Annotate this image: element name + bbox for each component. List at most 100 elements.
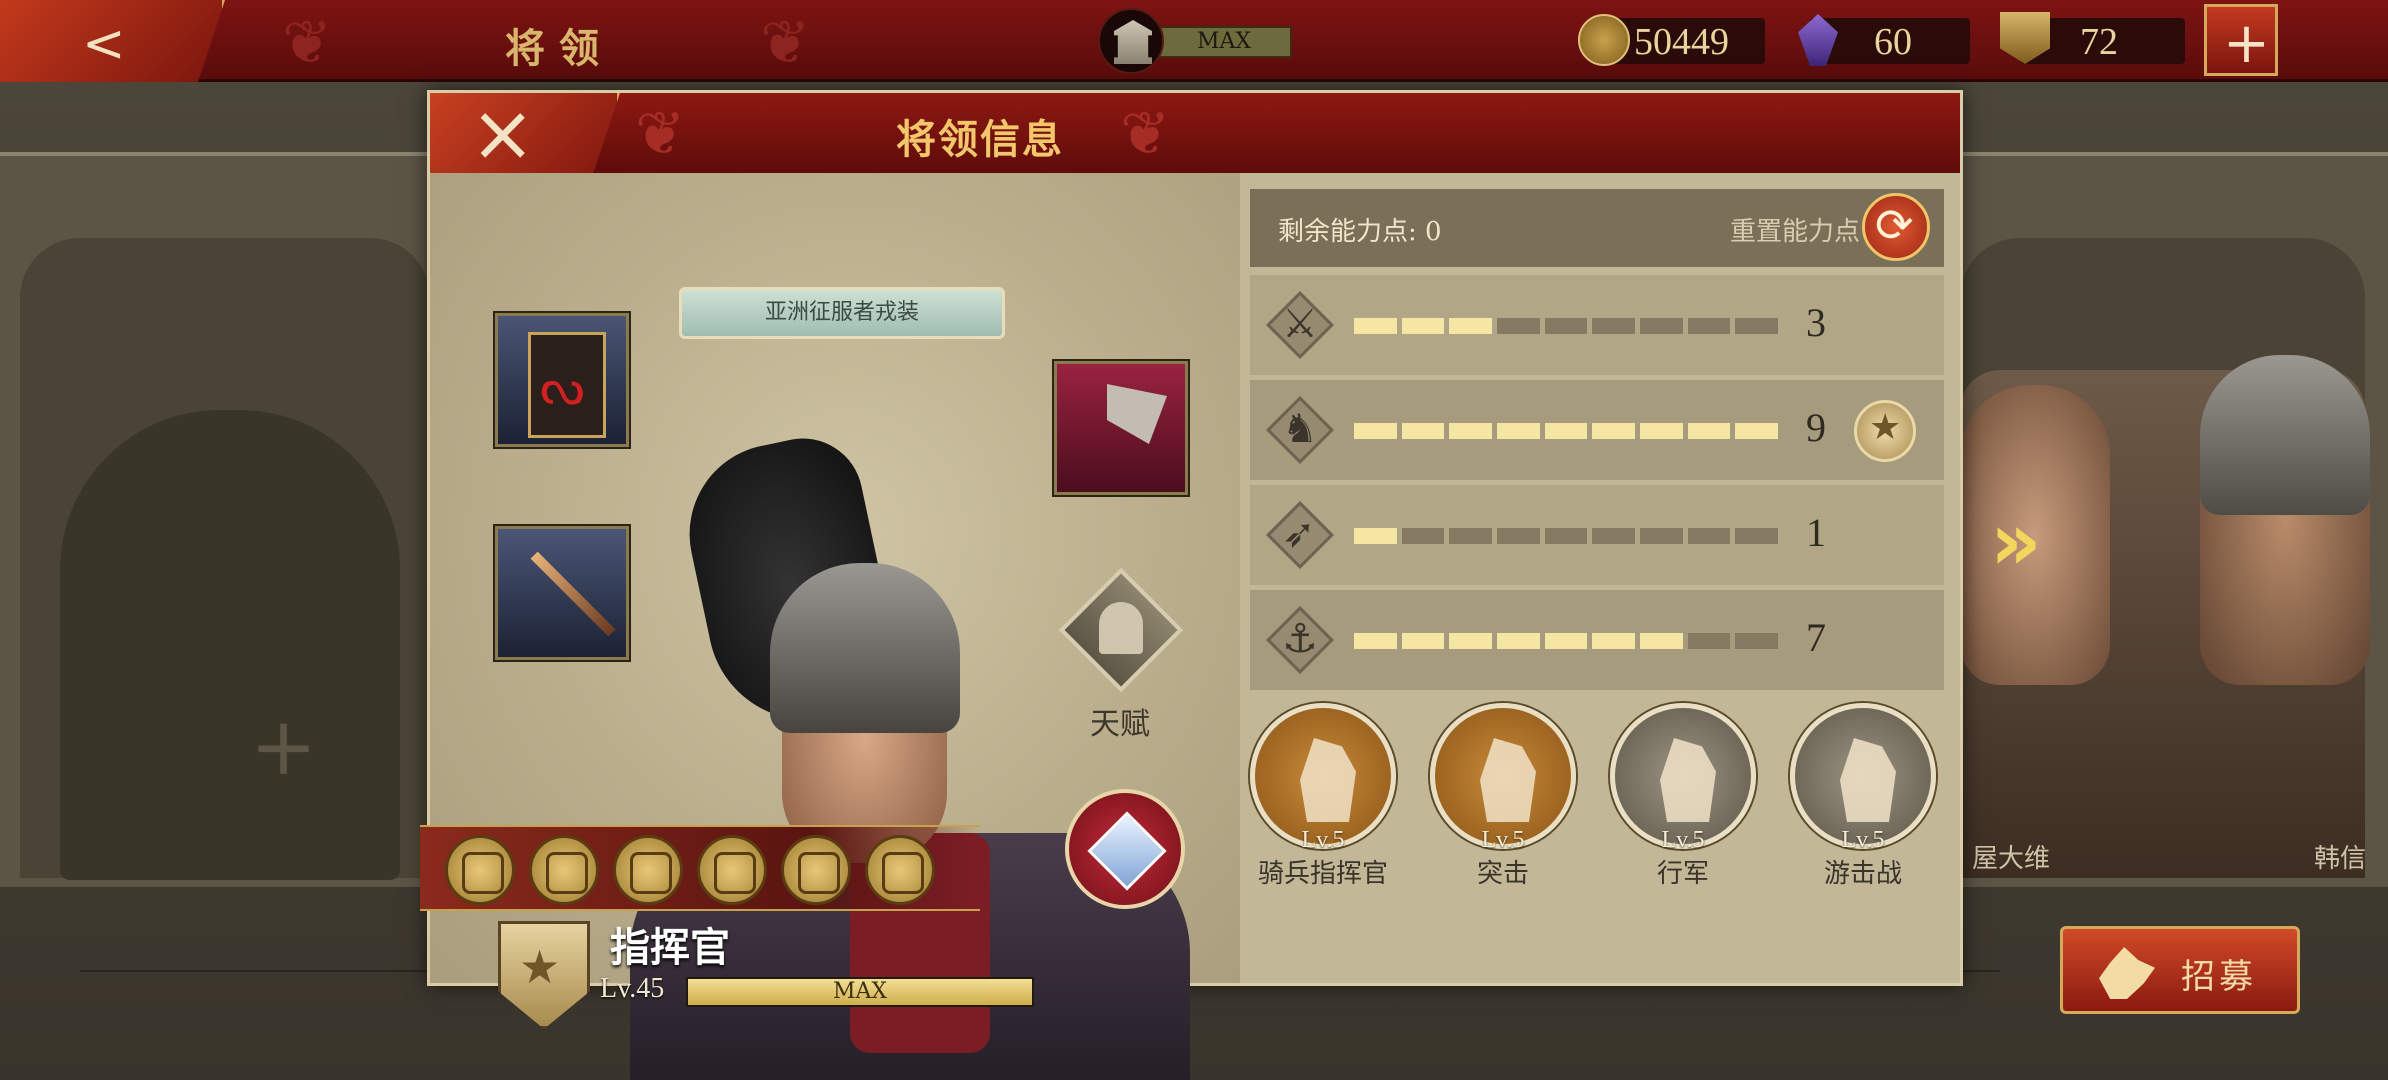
stat-bar-segment	[1592, 318, 1636, 334]
plus-icon: +	[2223, 11, 2270, 76]
skill-medals-row	[420, 825, 980, 911]
modal-title: 将领信息	[896, 116, 1064, 163]
laurel-right-icon: ❦	[1120, 99, 1171, 169]
skill-medal-icon[interactable]	[613, 835, 683, 905]
next-hero-arrow-icon[interactable]: »	[1990, 495, 2050, 588]
side-hero-name-left: 屋大维	[1972, 844, 2051, 874]
points-bar: 剩余能力点: 0 重置能力点 ⟳	[1250, 189, 1944, 267]
close-button[interactable]: ×	[430, 93, 620, 173]
stat-bar-segment	[1640, 423, 1683, 439]
stat-bar-segment	[1449, 633, 1493, 649]
skill-medal-icon[interactable]	[781, 835, 851, 905]
bow-icon: ➶	[1266, 501, 1334, 569]
stat-bar-segment	[1497, 318, 1540, 334]
stat-value: 3	[1806, 300, 1826, 345]
skill-medal-icon[interactable]	[445, 835, 515, 905]
stat-bar-segment	[1687, 423, 1731, 439]
building-level-indicator[interactable]: MAX	[1098, 8, 1294, 74]
stat-bar	[1354, 318, 1779, 334]
crystal-button[interactable]	[1065, 789, 1185, 909]
stat-bar-segment	[1544, 528, 1588, 544]
recruit-button[interactable]: 招募	[2060, 926, 2300, 1014]
add-hero-icon[interactable]: +	[250, 700, 317, 793]
stat-bar-segment	[1354, 423, 1397, 439]
anchor-icon: ⚓	[1266, 606, 1334, 674]
refresh-icon: ⟳	[1875, 198, 1914, 252]
stat-bar-segment	[1687, 633, 1731, 649]
trait-charge[interactable]: Lv.5 突击	[1430, 703, 1576, 889]
stat-bar-segment	[1401, 318, 1445, 334]
laurel-left-icon: ❦	[282, 8, 333, 78]
stat-bar-segment	[1592, 528, 1636, 544]
stat-bar-segment	[1497, 633, 1540, 649]
stat-bar-segment	[1354, 528, 1397, 544]
stat-bar-segment	[1735, 423, 1779, 439]
laurel-right-icon: ❦	[760, 8, 811, 78]
skill-medal-icon[interactable]	[865, 835, 935, 905]
stat-bar-segment	[1401, 528, 1445, 544]
stat-bar-segment	[1640, 318, 1683, 334]
level-row: Lv.45 MAX	[600, 973, 1120, 1013]
trait-name: 行军	[1656, 859, 1709, 889]
stats-panel: 剩余能力点: 0 重置能力点 ⟳ ⚔ 3 ♞ 9 ★ ➶ 1 ⚓ 7 Lv.5 …	[1240, 173, 1960, 983]
level-label: Lv.45	[600, 973, 665, 1004]
reset-points-button[interactable]: ⟳	[1862, 193, 1930, 261]
stat-value: 7	[1806, 615, 1826, 660]
stat-bar-segment	[1640, 633, 1683, 649]
stat-bar-segment	[1735, 318, 1779, 334]
gems-value: 60	[1874, 21, 1912, 63]
general-info-modal: × ❦ 将领信息 ❦ 亚洲征服者戎装 ᔓ 天赋 ★ 指挥官 Lv.45 MAX …	[420, 90, 1963, 1080]
trait-name: 突击	[1476, 859, 1529, 889]
xp-bar-label: MAX	[832, 979, 888, 1004]
laurel-left-icon: ❦	[635, 99, 686, 169]
add-resource-button[interactable]: +	[2204, 4, 2278, 76]
equip-slot-axe[interactable]	[1054, 361, 1188, 495]
empty-hero-silhouette[interactable]	[60, 410, 400, 880]
stat-row-attack[interactable]: ⚔ 3	[1250, 275, 1944, 375]
modal-header: × ❦ 将领信息 ❦	[430, 93, 1960, 173]
horse-icon: ♞	[1266, 396, 1334, 464]
tokens-value: 72	[2080, 21, 2118, 63]
trait-march[interactable]: Lv.5 行军	[1610, 703, 1756, 889]
modal-body: 亚洲征服者戎装 ᔓ 天赋 ★ 指挥官 Lv.45 MAX 剩余能力点: 0 重置…	[420, 173, 1960, 1080]
talent-button[interactable]	[1057, 566, 1184, 693]
trait-cavalry-commander[interactable]: Lv.5 骑兵指挥官	[1250, 703, 1396, 889]
skill-medal-icon[interactable]	[697, 835, 767, 905]
stat-bar-segment	[1354, 633, 1397, 649]
top-bar: < ❦ 将领 ❦ MAX 50449 60 72 +	[0, 0, 2388, 82]
back-arrow-icon: <	[82, 14, 126, 74]
reset-points-label: 重置能力点	[1730, 217, 1861, 247]
side-hero-helmet	[2200, 355, 2370, 515]
stat-bar-segment	[1401, 423, 1445, 439]
star-badge-icon: ★	[1854, 400, 1916, 462]
skin-name-tag[interactable]: 亚洲征服者戎装	[679, 287, 1005, 339]
stat-row-cavalry[interactable]: ♞ 9 ★	[1250, 380, 1944, 480]
trait-guerrilla[interactable]: Lv.5 游击战	[1790, 703, 1936, 889]
trait-level: Lv.5	[1841, 827, 1885, 853]
back-button[interactable]: <	[0, 0, 225, 82]
sword-icon: ⚔	[1266, 291, 1334, 359]
stat-bar-segment	[1735, 633, 1779, 649]
skill-medal-icon[interactable]	[529, 835, 599, 905]
stat-bar-segment	[1544, 633, 1588, 649]
equip-slot-banner[interactable]: ᔓ	[495, 313, 629, 447]
stat-row-archery[interactable]: ➶ 1	[1250, 485, 1944, 585]
stat-row-naval[interactable]: ⚓ 7	[1250, 590, 1944, 690]
stat-bar-segment	[1354, 318, 1397, 334]
banner-icon: ᔓ	[540, 358, 585, 416]
equip-slot-spear[interactable]	[495, 526, 629, 660]
stat-bar-segment	[1735, 528, 1779, 544]
close-icon: ×	[470, 89, 536, 179]
stat-bar-segment	[1544, 318, 1588, 334]
stat-bar-segment	[1449, 318, 1493, 334]
stat-bar-segment	[1497, 423, 1540, 439]
coin-icon	[1578, 14, 1630, 66]
rank-shield-icon: ★	[498, 921, 590, 1029]
side-hero-name-right: 韩信	[2314, 844, 2367, 874]
stat-bar-segment	[1687, 528, 1731, 544]
building-level-bar: MAX	[1156, 26, 1292, 58]
coins-value: 50449	[1634, 21, 1729, 63]
trait-name: 骑兵指挥官	[1257, 859, 1388, 889]
crystal-icon	[1087, 811, 1167, 891]
stat-bar	[1354, 528, 1779, 544]
